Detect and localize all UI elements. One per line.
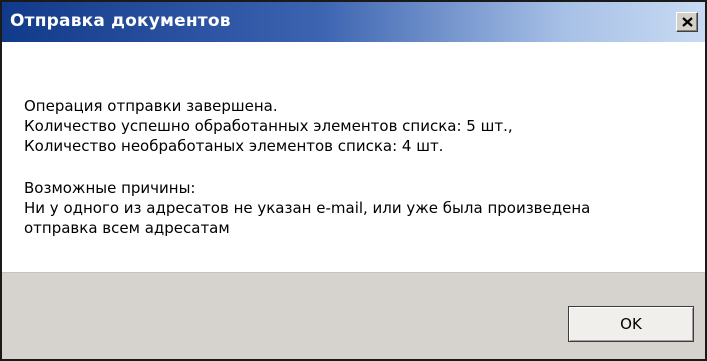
message-line-reason-1: Ни у одного из адресатов не указан e-mai… xyxy=(24,199,591,217)
ok-button[interactable]: OK xyxy=(568,306,694,342)
message-line-reason-2: отправка всем адресатам xyxy=(24,219,230,237)
message-line-status: Операция отправки завершена. xyxy=(24,97,278,115)
close-icon xyxy=(682,17,693,27)
message-dialog: Отправка документов Операция отправки за… xyxy=(0,0,707,361)
dialog-title: Отправка документов xyxy=(10,11,231,31)
message-line-processed: Количество успешно обработанных элементо… xyxy=(24,117,513,135)
message-line-reasons-heading: Возможные причины: xyxy=(24,179,196,197)
dialog-titlebar[interactable]: Отправка документов xyxy=(2,2,705,42)
dialog-footer: OK xyxy=(2,272,705,359)
close-button[interactable] xyxy=(676,12,698,32)
message-line-unprocessed: Количество необработаных элементов списк… xyxy=(24,137,444,155)
dialog-body: Операция отправки завершена. Количество … xyxy=(2,42,705,272)
